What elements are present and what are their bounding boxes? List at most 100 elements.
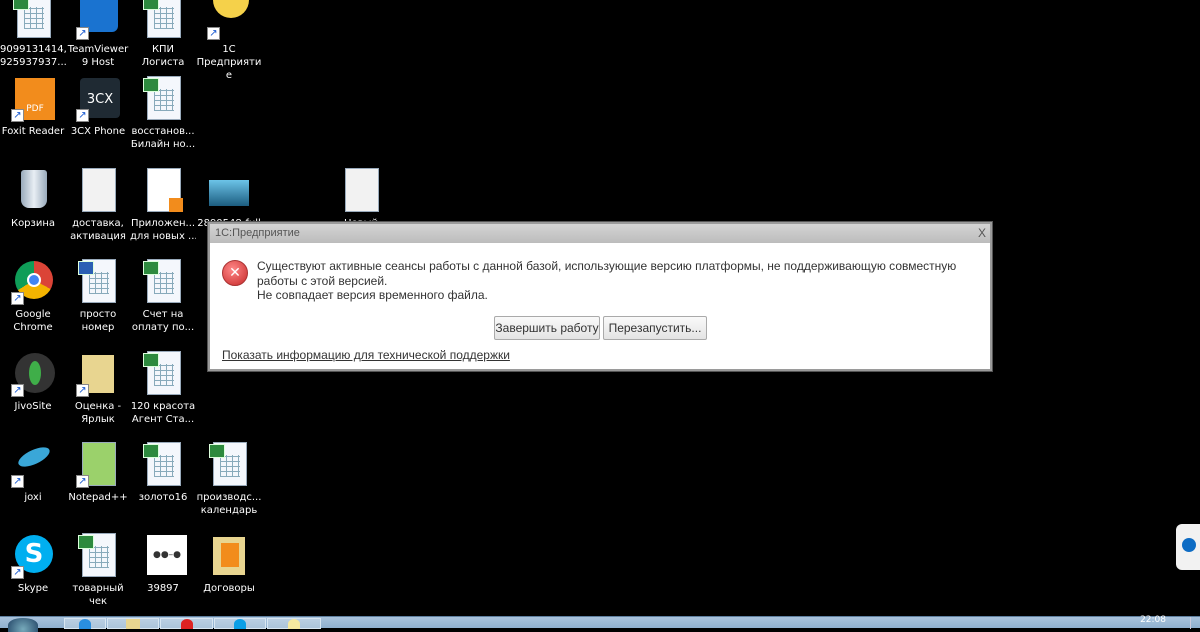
- desktop-icon[interactable]: Приложен... для новых ...: [130, 166, 196, 243]
- dialog-message: Существуют активные сеансы работы с данн…: [257, 259, 978, 303]
- error-icon: ✕: [222, 260, 248, 286]
- desktop-icon[interactable]: 120 красота Агент Ста...: [130, 349, 196, 426]
- shortcut-arrow-icon: ↗: [207, 27, 220, 40]
- show-desktop-button[interactable]: [1190, 617, 1200, 629]
- onec-icon: ↗: [205, 0, 253, 40]
- desktop-icon[interactable]: производс... календарь: [196, 440, 262, 517]
- taskbar-ie[interactable]: [64, 618, 106, 629]
- desktop-icon-label: TeamViewer 9 Host: [65, 43, 131, 69]
- 3cx-icon: 3CX ↗: [74, 74, 122, 122]
- desktop-icon[interactable]: золото16: [130, 440, 196, 504]
- start-button[interactable]: [8, 618, 38, 632]
- label-line: TeamViewer: [67, 44, 129, 55]
- desktop-icon[interactable]: восстанов... Билайн но...: [130, 74, 196, 151]
- label-line: 3CX Phone: [70, 126, 126, 137]
- close-button[interactable]: X: [978, 224, 986, 243]
- foxit-icon: PDF ↗: [9, 74, 57, 122]
- taskbar-explorer[interactable]: [107, 618, 159, 629]
- desktop-icon[interactable]: 2890548-full: [196, 166, 262, 230]
- desktop-icon[interactable]: Договоры: [196, 531, 262, 595]
- label-line: золото16: [138, 492, 188, 503]
- desktop-icon-label: Корзина: [0, 217, 66, 230]
- dialog-title: 1С:Предприятие: [215, 227, 300, 239]
- shortcut-arrow-icon: ↗: [76, 27, 89, 40]
- desktop-icon[interactable]: просто номер: [65, 257, 131, 334]
- support-info-link[interactable]: Показать информацию для технической подд…: [222, 348, 510, 362]
- label-line: активация: [70, 231, 126, 242]
- desktop-icon[interactable]: Корзина: [0, 166, 66, 230]
- restart-button[interactable]: Перезапустить...: [603, 316, 707, 340]
- xls-icon: [139, 440, 187, 488]
- desktop-icon[interactable]: ↗ Оценка - Ярлык: [65, 349, 131, 426]
- label-line: Предприяти: [196, 57, 262, 68]
- desktop-icon-label: 120 красота Агент Ста...: [130, 400, 196, 426]
- desktop-icon[interactable]: ↗ TeamViewer 9 Host: [65, 0, 131, 69]
- xls-icon: [139, 349, 187, 397]
- teamviewer-side-tab[interactable]: [1176, 524, 1200, 570]
- taskbar-1c[interactable]: [267, 618, 321, 629]
- desktop-icon[interactable]: ↗ 1С Предприяти е: [196, 0, 262, 82]
- finish-work-button[interactable]: Завершить работу: [494, 316, 600, 340]
- desktop-icon-label: 9099131414, 925937937...: [0, 43, 66, 69]
- xls-icon: [9, 0, 57, 40]
- skype-icon: S ↗: [9, 531, 57, 579]
- xls-icon: [139, 257, 187, 305]
- jivo-icon: ↗: [9, 349, 57, 397]
- xls-icon: [139, 74, 187, 122]
- txt-icon: [74, 166, 122, 214]
- desktop-icon[interactable]: ↗ JivoSite: [0, 349, 66, 413]
- message-line: Существуют активные сеансы работы с данн…: [257, 259, 957, 288]
- desktop-icon[interactable]: доставка, активация: [65, 166, 131, 243]
- desktop-icon-label: 1С Предприяти е: [196, 43, 262, 82]
- chrome-icon: ↗: [9, 257, 57, 305]
- label-line: 9099131414,: [0, 44, 66, 55]
- label-line: joxi: [24, 492, 42, 503]
- desktop-icon-label: Оценка - Ярлык: [65, 400, 131, 426]
- teamviewer-icon: ↗: [74, 0, 122, 40]
- image2-icon: ●●–●: [139, 531, 187, 579]
- label-line: для новых ...: [130, 231, 196, 242]
- label-line: Notepad++: [68, 492, 128, 503]
- desktop-icon[interactable]: ↗ Google Chrome: [0, 257, 66, 334]
- desktop-icon[interactable]: 3CX ↗ 3CX Phone: [65, 74, 131, 138]
- label-line: Логиста: [141, 57, 185, 68]
- label-line: Договоры: [203, 583, 255, 594]
- word-icon: [74, 257, 122, 305]
- desktop-icon[interactable]: Новый: [328, 166, 394, 230]
- desktop-icon[interactable]: S ↗ Skype: [0, 531, 66, 595]
- shortcut-arrow-icon: ↗: [11, 109, 24, 122]
- desktop-icon-label: золото16: [130, 491, 196, 504]
- desktop-icon[interactable]: КПИ Логиста: [130, 0, 196, 69]
- desktop-icon[interactable]: PDF ↗ Foxit Reader: [0, 74, 66, 138]
- desktop-icon-label: Notepad++: [65, 491, 131, 504]
- label-line: 925937937...: [0, 57, 66, 68]
- desktop-icon[interactable]: 9099131414, 925937937...: [0, 0, 66, 69]
- shortcut-arrow-icon: ↗: [76, 475, 89, 488]
- taskbar-opera[interactable]: [160, 618, 213, 629]
- desktop-icon-label: Foxit Reader: [0, 125, 66, 138]
- txt-icon: [337, 166, 385, 214]
- label-line: е: [225, 70, 233, 81]
- desktop-icon[interactable]: Счет на оплату по...: [130, 257, 196, 334]
- desktop-icon-label: доставка, активация: [65, 217, 131, 243]
- label-line: просто: [79, 309, 117, 320]
- desktop-icon[interactable]: товарный чек: [65, 531, 131, 608]
- label-line: товарный: [72, 583, 124, 594]
- joxi-icon: ↗: [9, 440, 57, 488]
- label-line: Оценка -: [74, 401, 122, 412]
- shortcut-arrow-icon: ↗: [11, 566, 24, 579]
- desktop-icon-label: восстанов... Билайн но...: [130, 125, 196, 151]
- desktop-icon[interactable]: ↗ joxi: [0, 440, 66, 504]
- label-line: Агент Ста...: [131, 414, 195, 425]
- desktop-icon-label: Skype: [0, 582, 66, 595]
- teamviewer-icon: [1182, 538, 1196, 552]
- desktop-icon-label: 3CX Phone: [65, 125, 131, 138]
- taskbar-skype[interactable]: [214, 618, 266, 629]
- clock[interactable]: 22:08: [1140, 615, 1166, 625]
- recycle-icon: [9, 166, 57, 214]
- desktop-icon-label: 39897: [130, 582, 196, 595]
- xls-icon: [139, 0, 187, 40]
- desktop-icon-label: товарный чек: [65, 582, 131, 608]
- desktop-icon[interactable]: ↗ Notepad++: [65, 440, 131, 504]
- desktop-icon[interactable]: ●●–● 39897: [130, 531, 196, 595]
